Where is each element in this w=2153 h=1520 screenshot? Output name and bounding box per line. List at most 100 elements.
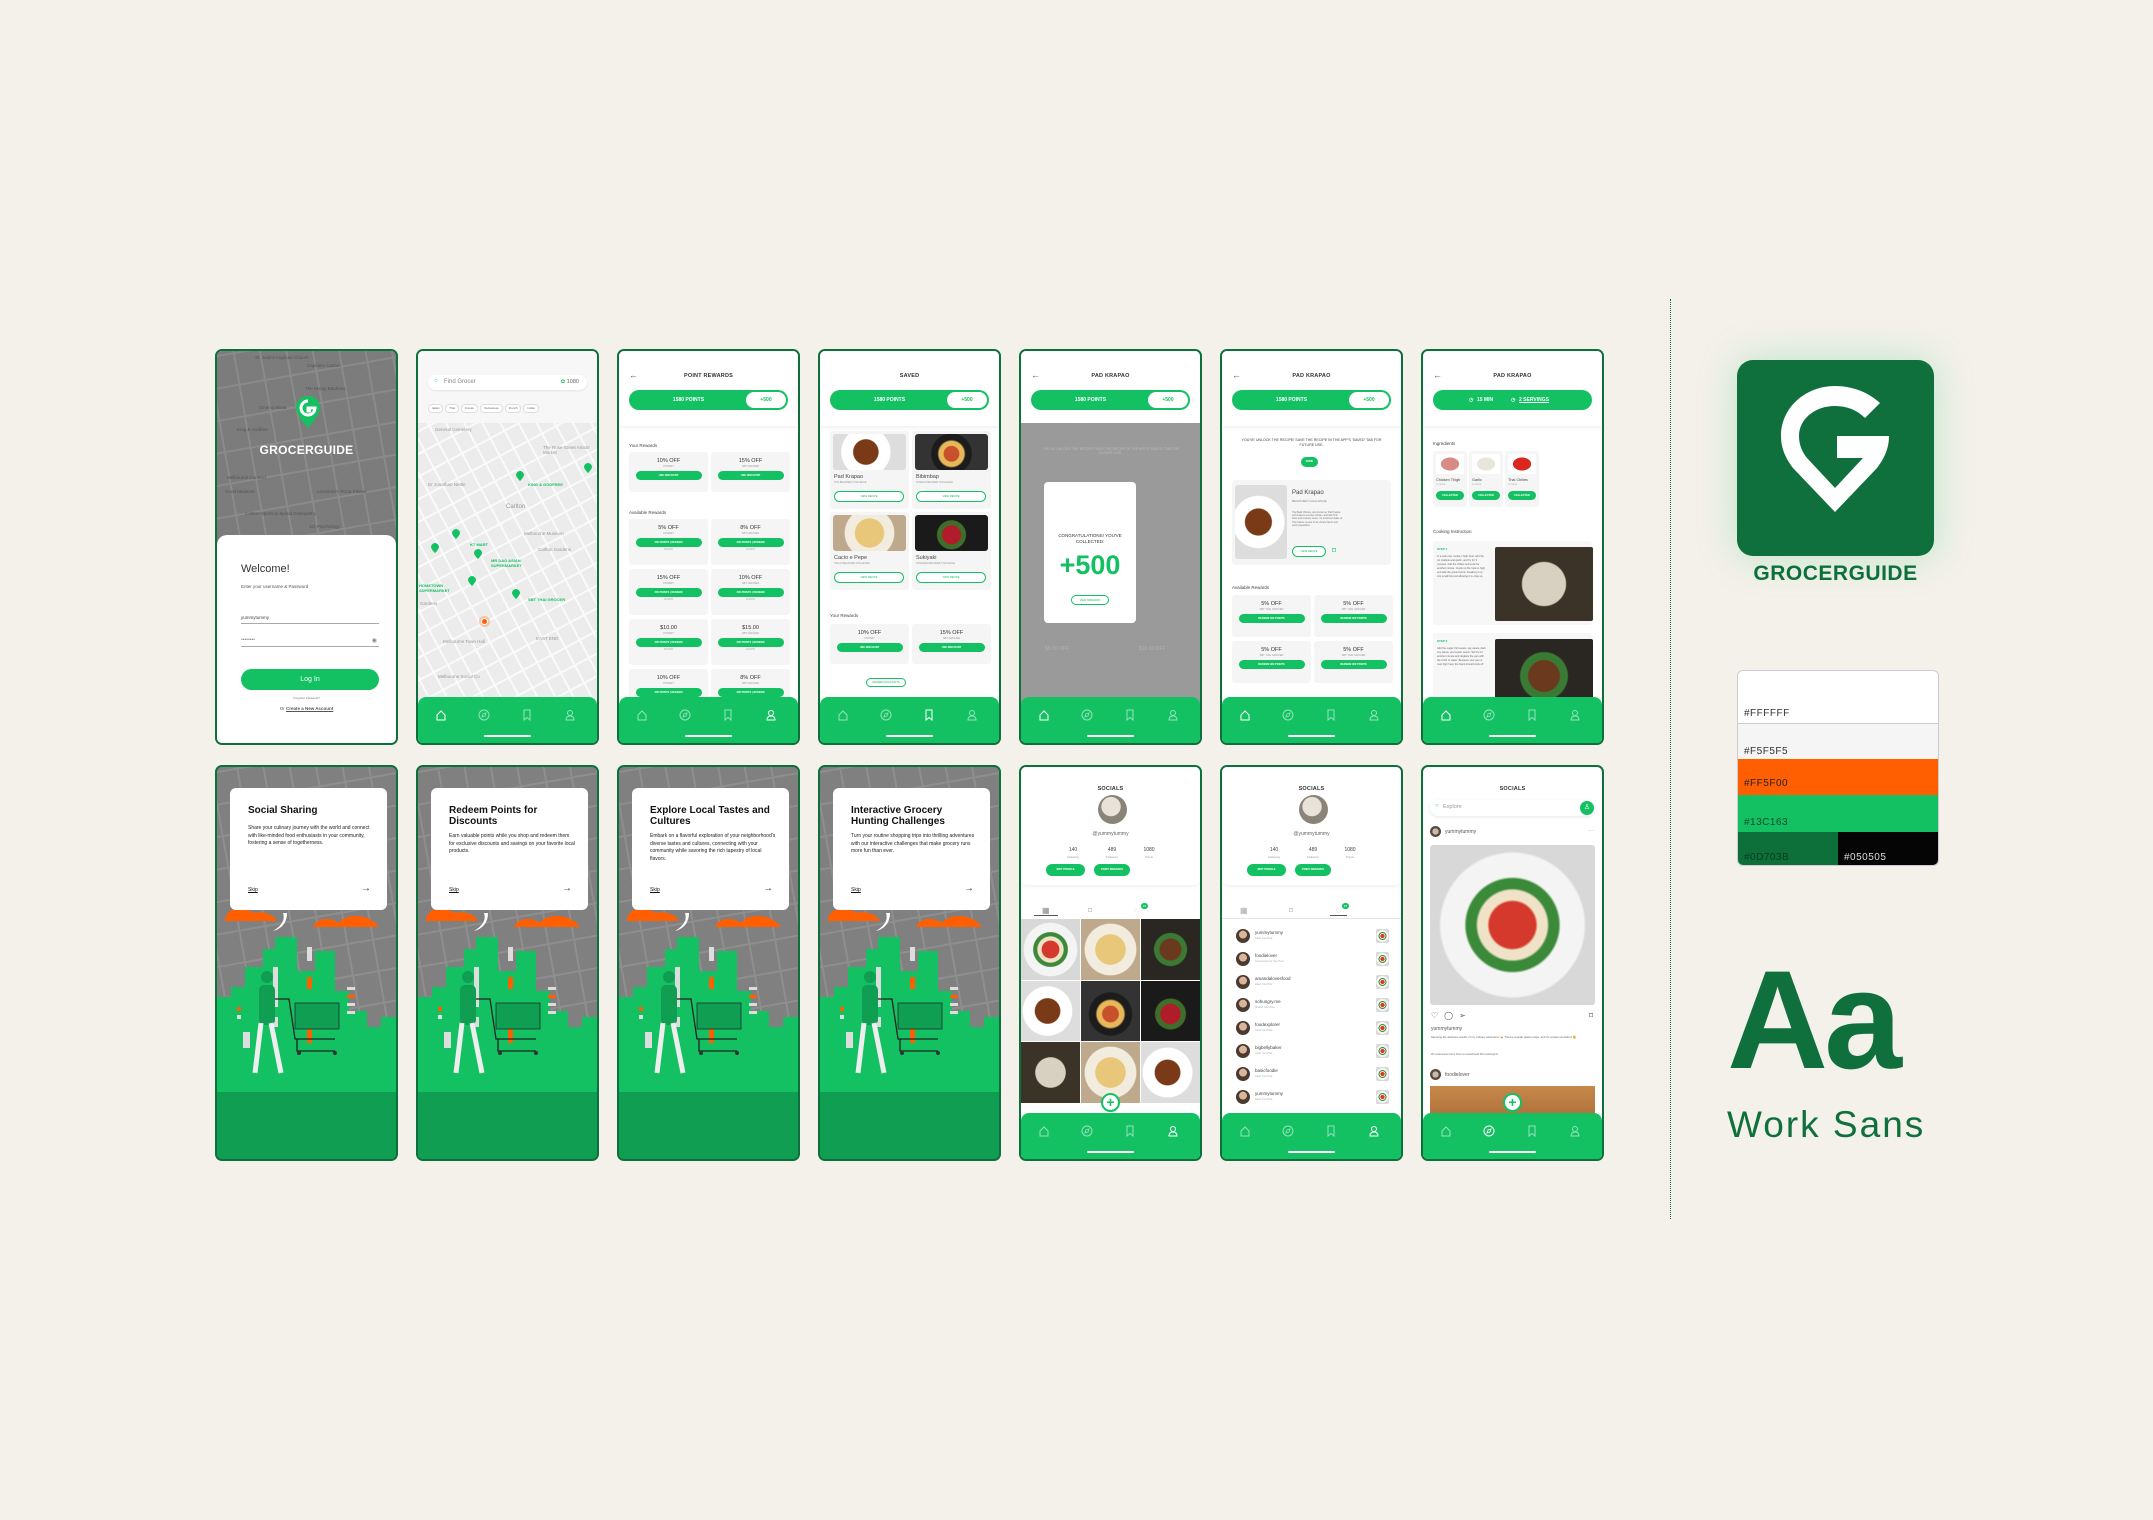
compass-icon[interactable] [1081,1125,1093,1137]
notification-row[interactable]: yummytummy Liked Your Post [1236,1090,1389,1110]
redeem-button[interactable]: 300 POINTS | REDEEM [635,538,702,547]
password-input[interactable]: •••••••• ◉ [241,637,379,647]
redeem-button[interactable]: 300 POINTS | REDEEM [635,688,702,697]
view-recipe-button[interactable]: VIEW RECIPE [916,491,986,502]
collected-button[interactable]: COLLECTED [1436,491,1464,500]
notification-row[interactable]: bigbellybaker Liked Your Post [1236,1044,1389,1064]
redeem-button[interactable]: REDEEM 300 POINTS [1238,614,1305,623]
grid-photo[interactable] [1141,1042,1200,1103]
redeem-button[interactable]: USE DISCOUNT [836,643,903,652]
redeem-button[interactable]: REDEEM 300 POINTS [1238,660,1305,669]
redeem-button[interactable]: 300 POINTS | REDEEM [717,538,784,547]
home-icon[interactable] [435,709,447,721]
skip-link[interactable]: Skip [650,887,660,893]
profile-user-icon[interactable]: ♙ [1580,801,1594,815]
collected-button[interactable]: COLLECTED [1472,491,1500,500]
recipe-image[interactable] [915,515,988,551]
user-avatar[interactable] [1236,952,1250,966]
points-bar[interactable]: 1580 POINTS +500 [1232,390,1391,410]
bookmark-icon[interactable] [1526,1125,1538,1137]
next-arrow-icon[interactable]: → [964,883,974,894]
redeem-button[interactable]: 300 POINTS | REDEEM [717,588,784,597]
store-pin-icon[interactable] [474,549,482,559]
cuisine-chip[interactable]: Indian [523,403,540,413]
store-label[interactable]: KT MART [470,542,488,547]
done-button[interactable]: DONE [1301,457,1318,467]
grid-tab-icon[interactable]: ▦ [1034,906,1058,916]
store-label[interactable]: KING & GODFREE [528,482,563,487]
bookmark-icon[interactable]: ⌑ [1332,546,1336,555]
skip-link[interactable]: Skip [449,887,459,893]
bookmark-icon[interactable] [1325,1125,1337,1137]
compass-icon[interactable] [478,709,490,721]
home-icon[interactable] [1440,1125,1452,1137]
bookmark-icon[interactable] [1124,1125,1136,1137]
grid-photo[interactable] [1021,1042,1080,1103]
home-icon[interactable] [837,709,849,721]
explore-search-input[interactable]: ○ Explore ♙ [1430,800,1595,816]
bookmark-icon[interactable] [722,709,734,721]
redeem-button[interactable]: USE DISCOUNT [918,643,985,652]
bookmark-icon[interactable] [1124,709,1136,721]
compass-icon[interactable] [1282,709,1294,721]
notification-row[interactable]: foodielover Commented on Your Post [1236,952,1389,972]
servings-dropdown[interactable]: 2 SERVINGS [1519,397,1549,403]
avatar[interactable] [1098,795,1127,824]
store-pin-icon[interactable] [431,543,439,553]
user-avatar[interactable] [1236,929,1250,943]
bookmark-icon[interactable] [521,709,533,721]
user-avatar[interactable] [1236,1021,1250,1035]
grid-photo[interactable] [1021,919,1080,980]
post-thumbnail[interactable] [1376,952,1389,966]
post-thumbnail[interactable] [1376,975,1389,989]
bookmark-icon[interactable] [1325,709,1337,721]
store-label[interactable]: HOMETOWN SUPERMARKET [419,583,467,593]
next-arrow-icon[interactable]: → [562,883,572,894]
grid-photo[interactable] [1081,980,1140,1042]
post-thumbnail[interactable] [1376,1090,1389,1104]
post-avatar[interactable] [1430,826,1441,837]
user-icon[interactable] [966,709,978,721]
store-pin-icon[interactable] [516,471,524,481]
skip-link[interactable]: Skip [851,887,861,893]
search-input[interactable]: ○ Find Grocer ✿ 1080 [428,375,587,390]
grid-photo[interactable] [1081,919,1140,980]
store-pin-icon[interactable] [452,529,460,539]
user-avatar[interactable] [1236,975,1250,989]
post-hashtags[interactable]: #FoodieAdventures #HomemadePasta #FoodDe… [1431,1052,1498,1056]
notifications-tab-icon[interactable]: ◌ [1134,906,1139,915]
home-icon[interactable] [1239,1125,1251,1137]
post-thumbnail[interactable] [1376,929,1389,943]
user-avatar[interactable] [1236,998,1250,1012]
create-account-link[interactable]: Create a New Account [286,706,333,711]
post-thumbnail[interactable] [1376,1044,1389,1058]
cuisine-chip[interactable]: Vietnamese [479,403,503,413]
bookmark-icon[interactable] [923,709,935,721]
eye-icon[interactable]: ◉ [372,637,377,644]
notification-row[interactable]: yummytummy Liked Your Post [1236,929,1389,949]
saved-tab-icon[interactable]: ⌑ [1289,906,1293,915]
username-input[interactable]: yummytummy [241,615,379,624]
compass-icon[interactable] [1081,709,1093,721]
cuisine-chip[interactable]: Thai [445,403,459,413]
edit-profile-button[interactable]: EDIT PROFILE [1247,864,1286,876]
view-rewards-button[interactable]: VIEW REWARDS [1071,595,1109,605]
user-icon[interactable] [1368,1125,1380,1137]
post-username[interactable]: foodielover [1445,1072,1469,1078]
store-pin-icon[interactable] [512,589,520,599]
skip-link[interactable]: Skip [248,887,258,893]
redeem-button[interactable]: REDEEM 300 POINTS [1320,660,1387,669]
user-icon[interactable] [1569,1125,1581,1137]
edit-profile-button[interactable]: EDIT PROFILE [1046,864,1085,876]
cuisine-chip[interactable]: Italian [428,403,444,413]
point-rewards-button[interactable]: POINT REWARDS [1295,864,1331,876]
grid-photo[interactable] [1141,919,1200,980]
comment-icon[interactable]: ◯ [1444,1011,1459,1020]
redeem-button[interactable]: 300 POINTS | REDEEM [717,638,784,647]
cuisine-chip[interactable]: Korean [460,403,478,413]
saved-tab-icon[interactable]: ⌑ [1088,906,1092,915]
redeem-button[interactable]: USE DISCOUNT [635,471,702,480]
redeem-button[interactable]: 300 POINTS | REDEEM [717,688,784,697]
recipe-image[interactable] [833,434,906,470]
user-icon[interactable] [1368,709,1380,721]
